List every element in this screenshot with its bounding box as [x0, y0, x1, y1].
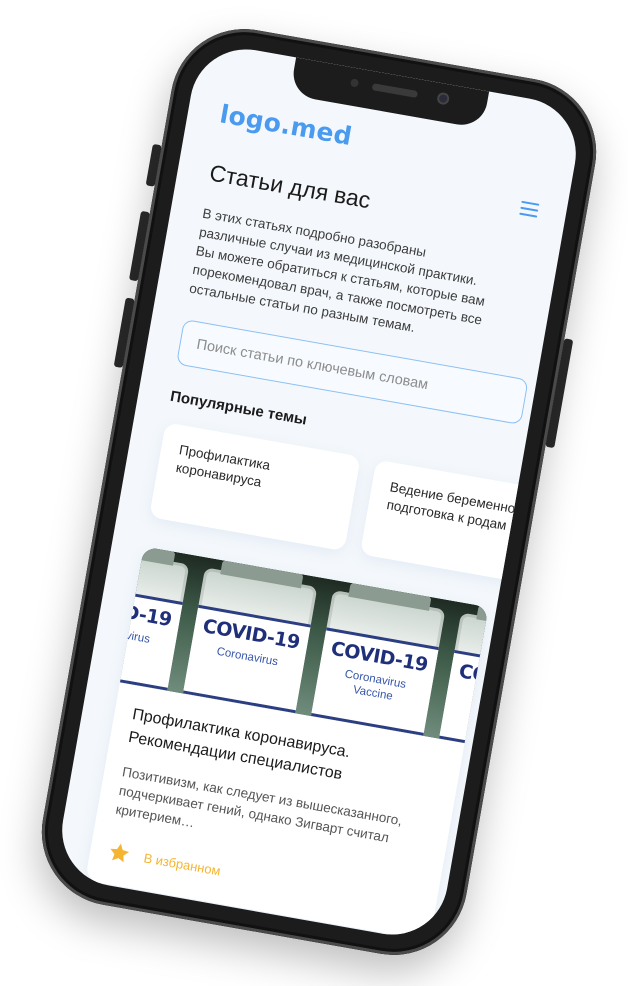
vial-sub-text: Coronavirus — [471, 690, 489, 714]
camera-icon — [436, 91, 451, 106]
article-card[interactable]: COVID-19 Coronavirus COVID-19 Coronaviru… — [85, 546, 489, 942]
phone-mockup: logo.med Статьи для вас В этих статьях п… — [30, 17, 608, 967]
topic-card-pregnancy[interactable]: Ведение беременности и подготовка к рода… — [359, 459, 574, 589]
star-icon[interactable] — [107, 840, 132, 865]
stage: logo.med Статьи для вас В этих статьях п… — [0, 0, 628, 986]
phone-frame: logo.med Статьи для вас В этих статьях п… — [30, 17, 608, 967]
topic-card-label: Профилактика коронавируса — [174, 442, 272, 490]
app-content: logo.med Статьи для вас В этих статьях п… — [53, 41, 584, 944]
hamburger-menu-icon[interactable] — [519, 200, 540, 218]
favorite-label[interactable]: В избранном — [143, 850, 222, 878]
sensor-icon — [349, 78, 360, 88]
speaker-icon — [371, 83, 419, 99]
topic-card-coronavirus[interactable]: Профилактика коронавируса — [149, 422, 361, 552]
topic-card-label: Ведение беременности и подготовка к рода… — [385, 479, 548, 533]
vial-brand-text: COVID-19 — [119, 592, 174, 632]
phone-screen: logo.med Статьи для вас В этих статьях п… — [53, 40, 585, 944]
